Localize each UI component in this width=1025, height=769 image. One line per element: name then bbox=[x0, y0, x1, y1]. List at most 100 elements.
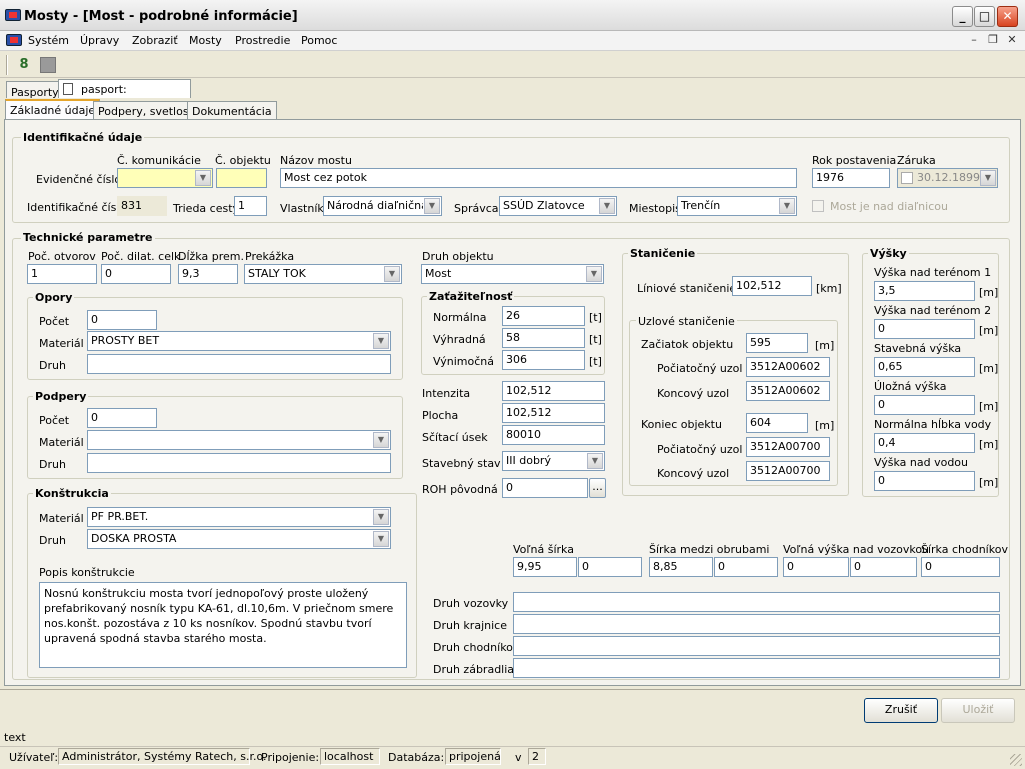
save-button[interactable]: Uložiť bbox=[941, 698, 1015, 723]
chevron-down-icon[interactable]: ▼ bbox=[424, 198, 440, 214]
refresh-icon[interactable]: 8 bbox=[16, 57, 32, 73]
chevron-down-icon[interactable]: ▼ bbox=[373, 531, 389, 547]
stavebna-vyska-input[interactable]: 0,65 bbox=[874, 357, 975, 377]
doc-tab-pasport[interactable]: pasport: bbox=[58, 79, 191, 98]
druh-objektu-value: Most bbox=[425, 267, 452, 280]
disk-icon[interactable] bbox=[40, 57, 56, 73]
label-pociatocny-uzol-1: Počiatočný uzol bbox=[657, 362, 743, 375]
chevron-down-icon[interactable]: ▼ bbox=[373, 509, 389, 525]
chevron-down-icon[interactable]: ▼ bbox=[195, 170, 211, 186]
menu-mosty[interactable]: Mosty bbox=[189, 34, 222, 47]
druh-krajnice-input[interactable] bbox=[513, 614, 1000, 634]
chevron-down-icon[interactable]: ▼ bbox=[599, 198, 615, 214]
cancel-button[interactable]: Zrušiť bbox=[864, 698, 938, 723]
poc-otvorov-input[interactable]: 1 bbox=[27, 264, 97, 284]
close-icon[interactable]: ✕ bbox=[997, 6, 1018, 27]
podpery-material-combo[interactable]: ▼ bbox=[87, 430, 391, 450]
chevron-down-icon[interactable]: ▼ bbox=[980, 170, 996, 186]
maximize-icon[interactable]: □ bbox=[974, 6, 995, 27]
vyhradna-input[interactable]: 58 bbox=[502, 328, 585, 348]
resize-grip-icon[interactable] bbox=[1010, 754, 1022, 766]
chevron-down-icon[interactable]: ▼ bbox=[373, 432, 389, 448]
pociatocny-uzol-1-input[interactable]: 3512A00602 bbox=[746, 357, 830, 377]
chevron-down-icon[interactable]: ▼ bbox=[586, 266, 602, 282]
konstr-druh-combo[interactable]: DOSKA PROSTA ▼ bbox=[87, 529, 391, 549]
volna-vyska-1-input[interactable]: 0 bbox=[783, 557, 849, 577]
menu-prostredie[interactable]: Prostredie bbox=[235, 34, 290, 47]
sirka-chodnikov-input[interactable]: 0 bbox=[921, 557, 1000, 577]
stavebny-stav-value: III dobrý bbox=[506, 454, 551, 467]
vyska-teren-1-input[interactable]: 3,5 bbox=[874, 281, 975, 301]
label-druh-krajnice: Druh krajnice bbox=[433, 619, 507, 632]
druh-vozovky-input[interactable] bbox=[513, 592, 1000, 612]
podpery-pocet-input[interactable]: 0 bbox=[87, 408, 157, 428]
opory-material-combo[interactable]: PROSTY BET ▼ bbox=[87, 331, 391, 351]
zaruka-checkbox[interactable] bbox=[901, 172, 913, 184]
druh-zabradlia-input[interactable] bbox=[513, 658, 1000, 678]
opory-pocet-input[interactable]: 0 bbox=[87, 310, 157, 330]
roh-browse-button[interactable]: ... bbox=[589, 478, 606, 498]
chevron-down-icon[interactable]: ▼ bbox=[587, 453, 603, 469]
poc-dilat-input[interactable]: 0 bbox=[101, 264, 171, 284]
sirka-obrub-2-input[interactable]: 0 bbox=[714, 557, 778, 577]
podpery-druh-input[interactable] bbox=[87, 453, 391, 473]
volna-vyska-2-input[interactable]: 0 bbox=[850, 557, 917, 577]
spravca-combo[interactable]: SSÚD Zlatovce ▼ bbox=[499, 196, 617, 216]
zaruka-combo[interactable]: 30.12.1899 ▼ bbox=[897, 168, 998, 188]
zaciatok-objektu-input[interactable]: 595 bbox=[746, 333, 808, 353]
konstr-material-combo[interactable]: PF PR.BET. ▼ bbox=[87, 507, 391, 527]
menu-zobrazit[interactable]: Zobraziť bbox=[132, 34, 178, 47]
mdi-restore-icon[interactable]: ❐ bbox=[986, 33, 1000, 47]
druh-objektu-combo[interactable]: Most ▼ bbox=[421, 264, 604, 284]
sirka-obrub-1-input[interactable]: 8,85 bbox=[649, 557, 713, 577]
scitaci-usek-input[interactable]: 80010 bbox=[502, 425, 605, 445]
opory-druh-input[interactable] bbox=[87, 354, 391, 374]
vyska-teren-2-input[interactable]: 0 bbox=[874, 319, 975, 339]
ulozna-vyska-input[interactable]: 0 bbox=[874, 395, 975, 415]
vynimocna-input[interactable]: 306 bbox=[502, 350, 585, 370]
liniove-stanicenie-input[interactable]: 102,512 bbox=[732, 276, 812, 296]
tab-dokumentacia[interactable]: Dokumentácia bbox=[187, 101, 277, 119]
chevron-down-icon[interactable]: ▼ bbox=[384, 266, 400, 282]
rok-postavenia-input[interactable]: 1976 bbox=[812, 168, 890, 188]
objekt-input[interactable] bbox=[216, 168, 267, 188]
vlastnik-combo[interactable]: Národná diaľničná s▼ bbox=[323, 196, 442, 216]
miestopis-combo[interactable]: Trenčín ▼ bbox=[677, 196, 797, 216]
komunikacia-combo[interactable]: ▼ bbox=[117, 168, 213, 188]
minimize-icon[interactable]: _ bbox=[952, 6, 973, 27]
prekazka-combo[interactable]: STALY TOK ▼ bbox=[244, 264, 402, 284]
trieda-cesty-input[interactable]: 1 bbox=[234, 196, 267, 216]
intenzita-input[interactable]: 102,512 bbox=[502, 381, 605, 401]
nad-dialnicou-checkbox[interactable] bbox=[812, 200, 824, 212]
tab-zakladne-udaje[interactable]: Základné údaje bbox=[5, 99, 101, 120]
tab-podpery-svetlost[interactable]: Podpery, svetlosť bbox=[93, 101, 198, 119]
menu-upravy[interactable]: Úpravy bbox=[80, 34, 119, 47]
pociatocny-uzol-2-input[interactable]: 3512A00700 bbox=[746, 437, 830, 457]
stavebny-stav-combo[interactable]: III dobrý ▼ bbox=[502, 451, 605, 471]
normalna-hlbka-input[interactable]: 0,4 bbox=[874, 433, 975, 453]
mdi-close-icon[interactable]: ✕ bbox=[1005, 33, 1019, 47]
chevron-down-icon[interactable]: ▼ bbox=[373, 333, 389, 349]
koncovy-uzol-1-input[interactable]: 3512A00602 bbox=[746, 381, 830, 401]
roh-povodna-input[interactable]: 0 bbox=[502, 478, 588, 498]
mdi-minimize-icon[interactable]: – bbox=[967, 33, 981, 47]
nazov-mostu-input[interactable]: Most cez potok bbox=[280, 168, 797, 188]
vyska-nad-vodou-input[interactable]: 0 bbox=[874, 471, 975, 491]
koniec-objektu-input[interactable]: 604 bbox=[746, 413, 808, 433]
volna-sirka-2-input[interactable]: 0 bbox=[578, 557, 642, 577]
normalna-input[interactable]: 26 bbox=[502, 306, 585, 326]
mdi-doc-icon[interactable] bbox=[6, 34, 22, 46]
koncovy-uzol-2-input[interactable]: 3512A00700 bbox=[746, 461, 830, 481]
label-version: v bbox=[515, 751, 522, 764]
menu-system[interactable]: Systém bbox=[28, 34, 69, 47]
popis-konstrukcie-textarea[interactable]: Nosnú konštrukciu mosta tvorí jednopoľov… bbox=[39, 582, 407, 668]
doc-tab-pasporty[interactable]: Pasporty bbox=[6, 81, 64, 99]
chevron-down-icon[interactable]: ▼ bbox=[779, 198, 795, 214]
menu-pomoc[interactable]: Pomoc bbox=[301, 34, 337, 47]
volna-sirka-1-input[interactable]: 9,95 bbox=[513, 557, 577, 577]
plocha-input[interactable]: 102,512 bbox=[502, 403, 605, 423]
label-identifikacne-cislo: Identifikačné číslo bbox=[27, 201, 127, 214]
dlzka-prem-input[interactable]: 9,3 bbox=[178, 264, 238, 284]
druh-chodnikov-input[interactable] bbox=[513, 636, 1000, 656]
app-bridge-icon[interactable] bbox=[5, 9, 21, 21]
